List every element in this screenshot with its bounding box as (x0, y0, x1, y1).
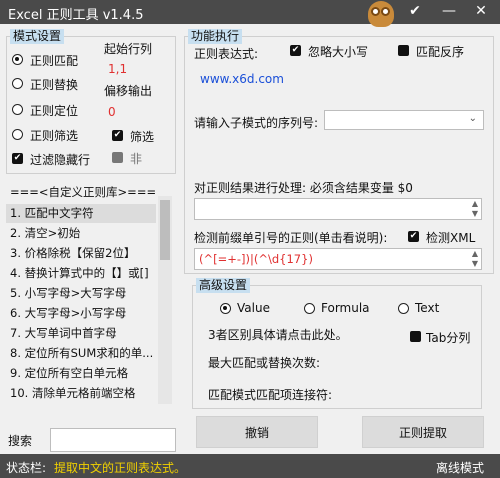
search-label: 搜索 (8, 434, 33, 448)
radio-text[interactable] (398, 303, 409, 314)
radio-regex-replace[interactable] (12, 78, 23, 89)
prefix-label[interactable]: 检测前缀单引号的正则(单击看说明): (194, 229, 387, 246)
ignore-case-label[interactable]: 忽略大小写 (308, 43, 368, 60)
list-item[interactable]: 9. 定位所有空白单元格 (6, 364, 156, 383)
check-xml-label[interactable]: 检测XML (426, 229, 475, 246)
radio-formula-label[interactable]: Formula (321, 301, 370, 315)
app-title: Excel 正则工具 v1.4.5 (8, 8, 144, 23)
status-label: 状态栏: (6, 461, 47, 475)
list-item[interactable]: 5. 小写字母>大写字母 (6, 284, 156, 303)
search-input[interactable] (50, 428, 176, 452)
list-item[interactable]: 2. 清空>初始 (6, 224, 156, 243)
radio-regex-replace-label[interactable]: 正则替换 (30, 76, 78, 93)
tab-split-checkbox[interactable] (410, 331, 421, 342)
list-item[interactable]: 4. 替换计算式中的【】或[] (6, 264, 156, 283)
function-legend: 功能执行 (188, 29, 243, 44)
list-item[interactable]: 6. 大写字母>小写字母 (6, 304, 156, 323)
prefix-value: (^[=+-])|(^\d{17}) (199, 252, 313, 266)
prefix-input[interactable]: (^[=+-])|(^\d{17}) ▲ ▼ (194, 248, 482, 270)
radio-regex-match-label[interactable]: 正则匹配 (30, 52, 78, 69)
advanced-legend: 高级设置 (196, 278, 251, 293)
library-scrollbar-thumb[interactable] (160, 200, 170, 260)
process-label: 对正则结果进行处理: 必须含结果变量 $0 (194, 181, 413, 195)
radio-text-label[interactable]: Text (415, 301, 439, 315)
list-item[interactable]: 3. 价格除税【保留2位】 (6, 244, 156, 263)
radio-value[interactable] (220, 303, 231, 314)
status-message: 提取中文的正则表达式。 (54, 461, 187, 475)
start-col-label: 起始行列 (104, 42, 153, 56)
title-bar: Excel 正则工具 v1.4.5 ✔ — ✕ (0, 0, 500, 27)
minimize-icon[interactable]: — (438, 3, 460, 19)
difference-hint-link[interactable]: 3者区别具体请点击此处。 (208, 326, 348, 343)
radio-regex-locate[interactable] (12, 104, 23, 115)
check-xml-checkbox[interactable]: ✔ (408, 231, 419, 242)
start-col-value[interactable]: 1,1 (108, 62, 127, 76)
offline-mode-label[interactable]: 离线模式 (436, 459, 484, 476)
not-checkbox[interactable] (112, 152, 123, 163)
list-item[interactable]: 1. 匹配中文字符 (6, 204, 156, 223)
undo-button[interactable]: 撤销 (196, 416, 318, 448)
library-header: ===<自定义正则库>=== (10, 185, 157, 199)
invert-match-checkbox[interactable] (398, 45, 409, 56)
scroll-down-icon[interactable]: ▼ (469, 209, 481, 218)
tab-split-label[interactable]: Tab分列 (426, 329, 470, 346)
join-label: 匹配模式匹配项连接符: (208, 388, 333, 402)
list-item[interactable]: 7. 大写单词中首字母 (6, 324, 156, 343)
extract-button[interactable]: 正则提取 (362, 416, 484, 448)
radio-regex-locate-label[interactable]: 正则定位 (30, 102, 78, 119)
list-item[interactable]: 10. 清除单元格前端空格 (6, 384, 156, 403)
radio-regex-filter[interactable] (12, 129, 23, 140)
regex-label: 正则表达式: (194, 47, 259, 61)
scroll-down-icon[interactable]: ▼ (469, 259, 481, 268)
status-bar: 状态栏: 提取中文的正则表达式。 离线模式 (0, 454, 500, 478)
radio-formula[interactable] (304, 303, 315, 314)
submatch-label: 请输入子模式的序列号: (194, 116, 319, 130)
mode-settings-legend: 模式设置 (10, 29, 65, 44)
invert-match-label[interactable]: 匹配反序 (416, 43, 464, 60)
offset-output-label: 偏移输出 (104, 84, 153, 98)
scroll-up-icon[interactable]: ▲ (469, 199, 481, 208)
check-icon[interactable]: ✔ (404, 3, 426, 19)
offset-output-value[interactable]: 0 (108, 105, 116, 119)
chevron-down-icon[interactable]: ⌄ (469, 113, 477, 124)
owl-logo-icon (368, 1, 394, 27)
ignore-case-checkbox[interactable]: ✔ (290, 45, 301, 56)
regex-input[interactable]: www.x6d.com (200, 72, 284, 86)
close-icon[interactable]: ✕ (470, 3, 492, 19)
max-match-label: 最大匹配或替换次数: (208, 356, 321, 370)
screen-label[interactable]: 筛选 (130, 128, 154, 145)
submatch-select[interactable]: ⌄ (324, 110, 484, 130)
process-input[interactable]: ▲ ▼ (194, 198, 482, 220)
filter-hidden-checkbox[interactable]: ✔ (12, 153, 23, 164)
not-label[interactable]: 非 (130, 150, 142, 167)
screen-checkbox[interactable]: ✔ (112, 130, 123, 141)
list-item[interactable]: 8. 定位所有SUM求和的单... (6, 344, 156, 363)
scroll-up-icon[interactable]: ▲ (469, 249, 481, 258)
library-scrollbar[interactable] (158, 196, 172, 404)
radio-regex-match[interactable] (12, 54, 23, 65)
filter-hidden-label[interactable]: 过滤隐藏行 (30, 151, 90, 168)
radio-regex-filter-label[interactable]: 正则筛选 (30, 127, 78, 144)
radio-value-label[interactable]: Value (237, 301, 270, 315)
